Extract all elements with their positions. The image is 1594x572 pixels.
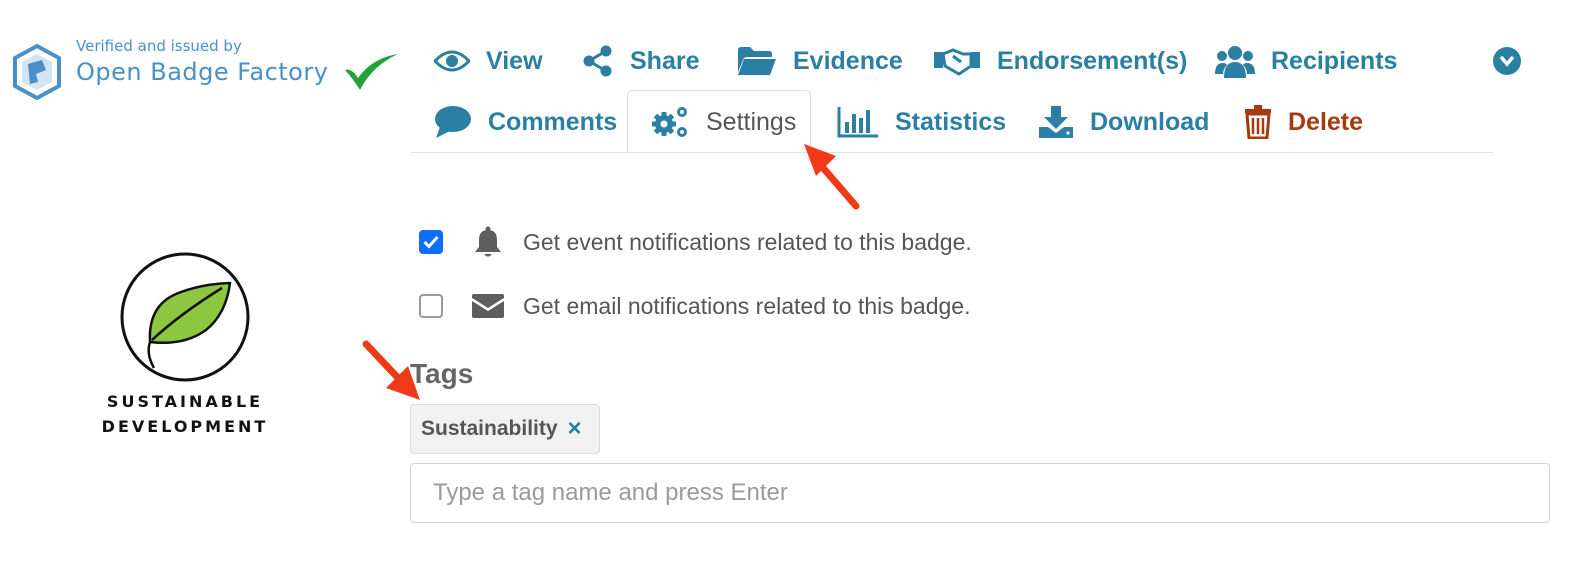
folder-open-icon: [737, 46, 777, 76]
comment-icon: [434, 105, 472, 139]
tab-settings[interactable]: Settings: [650, 102, 796, 142]
download-label: Download: [1090, 107, 1210, 136]
issuer-logo: Verified and issued by Open Badge Factor…: [12, 34, 412, 104]
badge-title-line2: DEVELOPMENT: [101, 417, 269, 436]
evidence-label: Evidence: [793, 46, 903, 75]
download-icon: [1038, 105, 1074, 139]
more-options-button[interactable]: [1493, 47, 1521, 75]
endorsements-link[interactable]: Endorsement(s): [933, 41, 1187, 81]
issuer-name: Open Badge Factory: [76, 58, 329, 86]
event-notifications-row: Get event notifications related to this …: [419, 222, 972, 262]
bar-chart-icon: [837, 106, 879, 138]
tag-label: Sustainability: [421, 417, 558, 440]
tag-chip: Sustainability ×: [410, 404, 600, 454]
download-link[interactable]: Download: [1038, 102, 1209, 142]
evidence-link[interactable]: Evidence: [737, 41, 903, 81]
recipients-label: Recipients: [1271, 46, 1398, 75]
verified-text: Verified and issued by: [76, 37, 242, 55]
annotation-arrow-settings: [804, 144, 860, 210]
delete-label: Delete: [1288, 107, 1364, 136]
endorsements-label: Endorsement(s): [997, 46, 1188, 75]
users-icon: [1215, 44, 1255, 78]
badge-image: SUSTAINABLE DEVELOPMENT: [100, 250, 270, 440]
delete-link[interactable]: Delete: [1244, 102, 1363, 142]
cogs-icon: [650, 104, 690, 140]
envelope-icon: [471, 293, 505, 319]
statistics-link[interactable]: Statistics: [837, 102, 1006, 142]
handshake-icon: [933, 46, 981, 76]
comments-label: Comments: [488, 107, 618, 136]
share-icon: [582, 45, 614, 77]
comments-link[interactable]: Comments: [434, 102, 617, 142]
email-notifications-checkbox[interactable]: [419, 294, 443, 318]
tag-input[interactable]: [410, 463, 1550, 523]
tab-divider: [410, 152, 1494, 153]
email-notifications-row: Get email notifications related to this …: [419, 286, 970, 326]
share-link[interactable]: Share: [582, 41, 699, 81]
annotation-arrow-tags: [362, 340, 420, 400]
verified-check-icon: [345, 54, 398, 90]
eye-icon: [434, 48, 470, 74]
share-label: Share: [630, 46, 700, 75]
badge-title-line1: SUSTAINABLE: [106, 392, 264, 411]
tag-remove-button[interactable]: ×: [568, 415, 582, 443]
trash-icon: [1244, 105, 1272, 139]
event-notifications-checkbox[interactable]: [419, 230, 443, 254]
statistics-label: Statistics: [895, 107, 1007, 136]
view-link[interactable]: View: [434, 41, 543, 81]
view-label: View: [486, 46, 543, 75]
checkmark-icon: [423, 235, 439, 249]
chevron-down-icon: [1499, 55, 1515, 67]
recipients-link[interactable]: Recipients: [1215, 41, 1397, 81]
email-notifications-label: Get email notifications related to this …: [523, 292, 971, 319]
leaf-icon: [120, 252, 250, 382]
event-notifications-label: Get event notifications related to this …: [523, 228, 972, 255]
open-badge-factory-logo-icon: [13, 44, 61, 100]
bell-icon: [471, 226, 505, 258]
settings-label: Settings: [706, 107, 797, 136]
